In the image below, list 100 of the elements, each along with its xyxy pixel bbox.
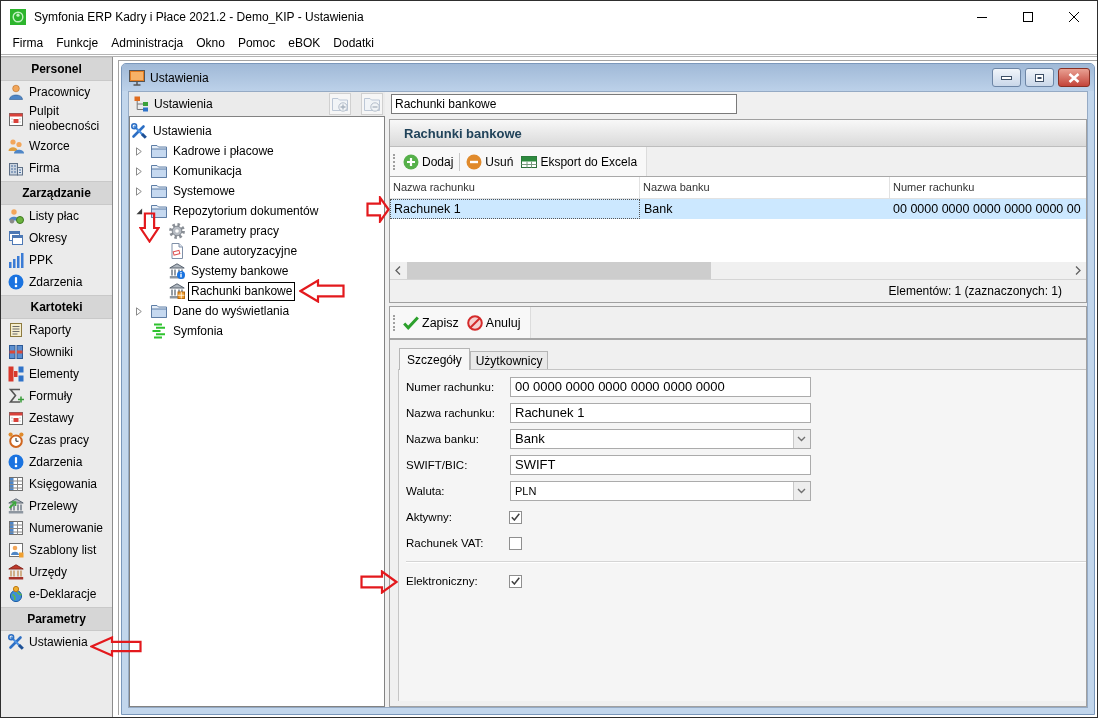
menu-item[interactable]: Firma — [6, 33, 50, 54]
tree-item[interactable]: Parametry pracy — [188, 221, 283, 241]
text-field[interactable]: SWIFT — [510, 455, 811, 475]
sidebar-item[interactable]: Numerowanie — [1, 517, 104, 539]
plus-icon — [403, 153, 419, 170]
toolbar-button[interactable]: Usuń — [462, 149, 518, 174]
sigma-icon — [8, 388, 24, 404]
tree-item[interactable]: Repozytorium dokumentów — [170, 201, 322, 221]
collapsed-triangle-icon[interactable] — [136, 146, 142, 156]
table-cell-text: 00 0000 0000 0000 0000 0000 00 — [892, 201, 1082, 218]
table-cell: Rachunek 1 — [390, 199, 640, 219]
windows-icon — [8, 230, 24, 246]
gear-icon — [169, 223, 185, 239]
folder-icon — [151, 203, 167, 219]
sidebar-item[interactable]: Zestawy — [1, 407, 74, 429]
table-row[interactable]: Rachunek 1 Bank 00 0000 0000 0000 0000 0000 00 — [390, 199, 1086, 219]
tree-item[interactable]: Rachunki bankowe — [188, 281, 296, 301]
sidebar-item[interactable]: Pulpit nieobecności — [1, 103, 112, 135]
folder-minus-icon — [364, 96, 380, 112]
checkbox[interactable] — [509, 574, 522, 588]
sidebar-item[interactable]: Ustawienia — [1, 631, 88, 653]
folder-icon — [151, 183, 167, 199]
sidebar-item[interactable]: Słowniki — [1, 341, 73, 363]
field-label: Nazwa banku: — [406, 433, 479, 445]
tree-item[interactable]: Systemowe — [170, 181, 239, 201]
menu-item[interactable]: Funkcje — [49, 33, 105, 54]
close-button[interactable] — [1058, 68, 1090, 87]
document-icon — [169, 243, 185, 259]
spreadsheet-icon — [521, 153, 538, 170]
column-header[interactable]: Nazwa banku — [640, 177, 890, 198]
folder-plus-icon — [332, 96, 348, 112]
sidebar-item[interactable]: Księgowania — [1, 473, 98, 495]
sidebar-section-header: Parametry — [1, 607, 112, 631]
collapsed-triangle-icon[interactable] — [136, 166, 142, 176]
tree-item[interactable]: Ustawienia — [150, 121, 215, 141]
menu-item[interactable]: eBOK — [281, 33, 327, 54]
field-label: Rachunek VAT: — [406, 537, 484, 549]
text-field[interactable]: 00 0000 0000 0000 0000 0000 0000 — [510, 377, 811, 397]
minimize-button[interactable] — [992, 68, 1021, 87]
minus-icon — [466, 153, 483, 170]
collapsed-triangle-icon[interactable] — [136, 186, 142, 196]
path-field[interactable]: Rachunki bankowe — [391, 94, 737, 114]
field-label: Aktywny: — [406, 511, 452, 523]
menu-item[interactable]: Pomoc — [231, 33, 282, 54]
toolbar-button[interactable]: Eksport do Excela — [517, 149, 642, 174]
menu-item[interactable]: Administracja — [104, 33, 190, 54]
bank-arrow-icon — [8, 498, 24, 514]
column-header[interactable]: Nazwa rachunku — [390, 177, 640, 198]
list-sheet-icon — [8, 322, 24, 338]
toolbar-button[interactable]: Anuluj — [462, 310, 525, 335]
checkbox[interactable] — [509, 536, 522, 550]
tab[interactable]: Szczegóły — [399, 348, 470, 370]
text-field[interactable]: Rachunek 1 — [510, 403, 811, 423]
field-label: Elektroniczny: — [406, 575, 478, 587]
menu-item[interactable]: Okno — [189, 33, 232, 54]
building-icon — [8, 160, 24, 176]
tree-item[interactable]: Systemy bankowe — [188, 261, 292, 281]
exclamation-icon — [8, 454, 24, 470]
combo-field[interactable]: Bank — [510, 429, 811, 449]
sidebar-item[interactable]: PPK — [1, 249, 53, 271]
combo-field[interactable]: PLN — [510, 481, 811, 501]
sidebar-item[interactable]: Przelewy — [1, 495, 78, 517]
tab[interactable]: Użytkownicy — [469, 351, 549, 369]
scroll-thumb[interactable] — [407, 262, 711, 279]
restore-button[interactable] — [1025, 68, 1054, 87]
tree-item[interactable]: Symfonia — [170, 321, 227, 341]
collapsed-triangle-icon[interactable] — [136, 306, 142, 316]
panel-title: Rachunki bankowe — [390, 120, 1086, 147]
sidebar-item[interactable]: Listy płac — [1, 205, 80, 227]
expanded-triangle-icon[interactable] — [136, 207, 143, 215]
toolbar-button[interactable]: Zapisz — [399, 310, 463, 335]
tree-item[interactable]: Komunikacja — [170, 161, 245, 181]
sidebar-item[interactable]: Zdarzenia — [1, 451, 83, 473]
sidebar-item[interactable]: Szablony list — [1, 539, 97, 561]
sidebar-item[interactable]: Urzędy — [1, 561, 67, 583]
tree-item[interactable]: Kadrowe i płacowe — [170, 141, 277, 161]
folder-icon — [151, 143, 167, 159]
menu-item[interactable]: Dodatki — [326, 33, 381, 54]
column-header[interactable]: Numer rachunku — [890, 177, 1086, 198]
sidebar-item[interactable]: Okresy — [1, 227, 67, 249]
toolbar-button[interactable]: Dodaj — [399, 149, 458, 174]
field-label: Numer rachunku: — [406, 381, 495, 393]
sidebar-item[interactable]: Pracownicy — [1, 81, 91, 103]
exclamation-icon — [8, 274, 24, 290]
sidebar-item[interactable]: Wzorce — [1, 135, 70, 157]
person-coin-icon — [8, 208, 24, 224]
sidebar-item[interactable]: Formuły — [1, 385, 73, 407]
sidebar-item[interactable]: Zdarzenia — [1, 271, 83, 293]
tree-item[interactable]: Dane autoryzacyjne — [188, 241, 301, 261]
sidebar-item[interactable]: e-Deklaracje — [1, 583, 97, 605]
sidebar-item[interactable]: Czas pracy — [1, 429, 90, 451]
tree-item[interactable]: Dane do wyświetlania — [170, 301, 293, 321]
sidebar-item[interactable]: Raporty — [1, 319, 72, 341]
check-icon — [403, 314, 419, 331]
sidebar-item[interactable]: Firma — [1, 157, 60, 179]
sidebar-section-header: Zarządzanie — [1, 181, 112, 205]
window-title: Ustawienia — [150, 70, 209, 85]
checkbox[interactable] — [509, 510, 522, 524]
sidebar-item[interactable]: Elementy — [1, 363, 80, 385]
bank-grid-icon — [169, 283, 185, 299]
